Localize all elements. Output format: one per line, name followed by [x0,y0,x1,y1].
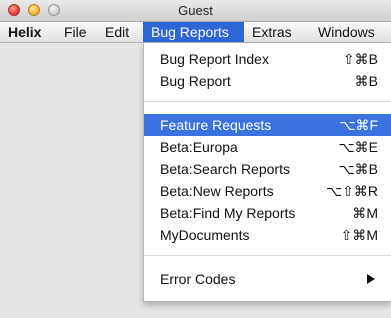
menu-item-label: Beta:Europa [160,139,238,155]
menu-bug-reports[interactable]: Bug Reports [143,22,244,42]
menu-item-shortcut: ⌥⌘E [338,139,378,155]
menu-item-label: Beta:Search Reports [160,161,290,177]
menu-separator [144,255,391,256]
menu-item-shortcut: ⇧⌘B [342,51,378,67]
menu-item-label: Beta:New Reports [160,183,274,199]
menu-item-shortcut: ⇧⌘M [340,227,378,243]
title-bar: Guest [0,0,391,22]
menu-item-label: MyDocuments [160,227,250,243]
menu-item-beta-find-my-reports[interactable]: Beta:Find My Reports ⌘M [144,202,391,224]
menu-item-error-codes[interactable]: Error Codes [144,268,391,290]
menu-item-beta-search-reports[interactable]: Beta:Search Reports ⌥⌘B [144,158,391,180]
menu-item-label: Beta:Find My Reports [160,205,296,221]
menu-item-bug-report[interactable]: Bug Report ⌘B [144,70,391,92]
menu-item-beta-europa[interactable]: Beta:Europa ⌥⌘E [144,136,391,158]
menu-item-shortcut: ⌥⇧⌘R [326,183,378,199]
menu-item-shortcut: ⌘M [352,205,378,221]
window-title: Guest [178,3,213,18]
menu-item-label: Error Codes [160,271,236,287]
app-window: Guest Helix File Edit Bug Reports Extras… [0,0,391,318]
menu-edit[interactable]: Edit [97,22,137,42]
menu-item-beta-new-reports[interactable]: Beta:New Reports ⌥⇧⌘R [144,180,391,202]
menu-extras[interactable]: Extras [244,22,300,42]
bug-reports-dropdown-menu: Bug Report Index ⇧⌘B Bug Report ⌘B Featu… [143,43,391,302]
menu-item-shortcut: ⌥⌘F [339,117,378,133]
submenu-arrow-icon [367,274,375,284]
menu-file[interactable]: File [56,22,95,42]
menu-item-bug-report-index[interactable]: Bug Report Index ⇧⌘B [144,48,391,70]
menu-item-label: Bug Report [160,73,231,89]
menu-item-feature-requests[interactable]: Feature Requests ⌥⌘F [144,114,391,136]
menu-bar: Helix File Edit Bug Reports Extras Windo… [0,22,391,43]
menu-windows[interactable]: Windows [310,22,383,42]
menu-helix[interactable]: Helix [0,22,49,42]
menu-item-shortcut: ⌘B [354,73,378,89]
menu-item-label: Feature Requests [160,117,272,133]
menu-item-label: Bug Report Index [160,51,269,67]
menu-separator [144,101,391,102]
menu-item-mydocuments[interactable]: MyDocuments ⇧⌘M [144,224,391,246]
menu-item-shortcut: ⌥⌘B [338,161,378,177]
